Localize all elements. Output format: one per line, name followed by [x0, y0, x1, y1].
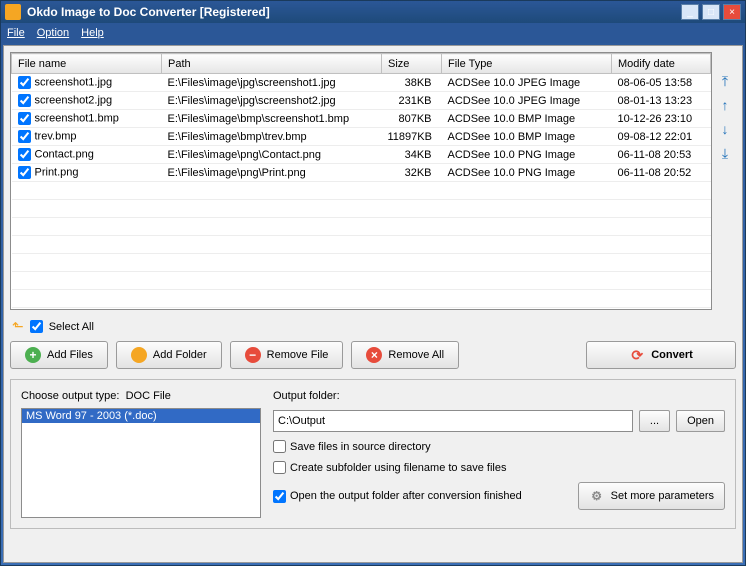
table-row: [12, 308, 711, 311]
minus-icon: −: [245, 347, 261, 363]
open-after-checkbox[interactable]: [273, 490, 286, 503]
table-row[interactable]: trev.bmpE:\Files\image\bmp\trev.bmp11897…: [12, 128, 711, 146]
table-row[interactable]: screenshot1.bmpE:\Files\image\bmp\screen…: [12, 110, 711, 128]
selectall-checkbox[interactable]: [30, 320, 43, 333]
table-row: [12, 290, 711, 308]
app-window: Okdo Image to Doc Converter [Registered]…: [0, 0, 746, 566]
table-row: [12, 236, 711, 254]
output-type-label: Choose output type:: [21, 390, 119, 402]
set-parameters-button[interactable]: ⚙Set more parameters: [578, 482, 725, 510]
table-row: [12, 218, 711, 236]
table-row[interactable]: screenshot2.jpgE:\Files\image\jpg\screen…: [12, 92, 711, 110]
create-subfolder-label: Create subfolder using filename to save …: [290, 462, 506, 474]
plus-icon: +: [25, 347, 41, 363]
save-in-source-checkbox[interactable]: [273, 440, 286, 453]
open-after-label: Open the output folder after conversion …: [290, 490, 522, 502]
selectall-arrow-icon: ⬑: [12, 318, 24, 335]
table-row[interactable]: screenshot1.jpgE:\Files\image\jpg\screen…: [12, 74, 711, 92]
col-type[interactable]: File Type: [442, 54, 612, 74]
table-row: [12, 200, 711, 218]
gear-icon: ⚙: [589, 488, 605, 504]
output-folder-input[interactable]: [273, 410, 633, 432]
output-folder-label: Output folder:: [273, 390, 725, 402]
remove-all-button[interactable]: ×Remove All: [351, 341, 459, 369]
app-icon: [5, 4, 21, 20]
remove-icon: ×: [366, 347, 382, 363]
row-checkbox[interactable]: [18, 148, 31, 161]
save-in-source-label: Save files in source directory: [290, 441, 431, 453]
window-title: Okdo Image to Doc Converter [Registered]: [27, 5, 681, 19]
remove-file-button[interactable]: −Remove File: [230, 341, 344, 369]
row-checkbox[interactable]: [18, 130, 31, 143]
col-path[interactable]: Path: [162, 54, 382, 74]
row-checkbox[interactable]: [18, 166, 31, 179]
move-up-button[interactable]: ↑: [716, 96, 734, 114]
table-row: [12, 272, 711, 290]
table-row[interactable]: Contact.pngE:\Files\image\png\Contact.pn…: [12, 146, 711, 164]
convert-icon: ⟳: [629, 347, 645, 363]
output-type-option[interactable]: MS Word 97 - 2003 (*.doc): [22, 409, 260, 423]
col-filename[interactable]: File name: [12, 54, 162, 74]
add-files-button[interactable]: +Add Files: [10, 341, 108, 369]
selectall-label: Select All: [49, 321, 94, 333]
menubar: File Option Help: [1, 23, 745, 43]
col-modify[interactable]: Modify date: [612, 54, 711, 74]
create-subfolder-checkbox[interactable]: [273, 461, 286, 474]
open-button[interactable]: Open: [676, 410, 725, 432]
folder-icon: [131, 347, 147, 363]
output-type-list[interactable]: MS Word 97 - 2003 (*.doc): [21, 408, 261, 518]
row-checkbox[interactable]: [18, 112, 31, 125]
browse-button[interactable]: ...: [639, 410, 670, 432]
row-checkbox[interactable]: [18, 94, 31, 107]
add-folder-button[interactable]: Add Folder: [116, 341, 222, 369]
convert-button[interactable]: ⟳Convert: [586, 341, 736, 369]
minimize-button[interactable]: _: [681, 4, 699, 20]
move-down-button[interactable]: ↓: [716, 120, 734, 138]
maximize-button[interactable]: □: [702, 4, 720, 20]
menu-file[interactable]: File: [7, 27, 25, 39]
file-list[interactable]: File name Path Size File Type Modify dat…: [10, 52, 712, 310]
content: File name Path Size File Type Modify dat…: [3, 45, 743, 563]
titlebar: Okdo Image to Doc Converter [Registered]…: [1, 1, 745, 23]
close-button[interactable]: ×: [723, 4, 741, 20]
menu-option[interactable]: Option: [37, 27, 69, 39]
table-row[interactable]: Print.pngE:\Files\image\png\Print.png32K…: [12, 164, 711, 182]
move-bottom-button[interactable]: ⤓: [716, 144, 734, 162]
col-size[interactable]: Size: [382, 54, 442, 74]
move-top-button[interactable]: ⤒: [716, 72, 734, 90]
output-type-value: DOC File: [126, 390, 171, 402]
menu-help[interactable]: Help: [81, 27, 104, 39]
row-checkbox[interactable]: [18, 76, 31, 89]
table-row: [12, 182, 711, 200]
table-row: [12, 254, 711, 272]
